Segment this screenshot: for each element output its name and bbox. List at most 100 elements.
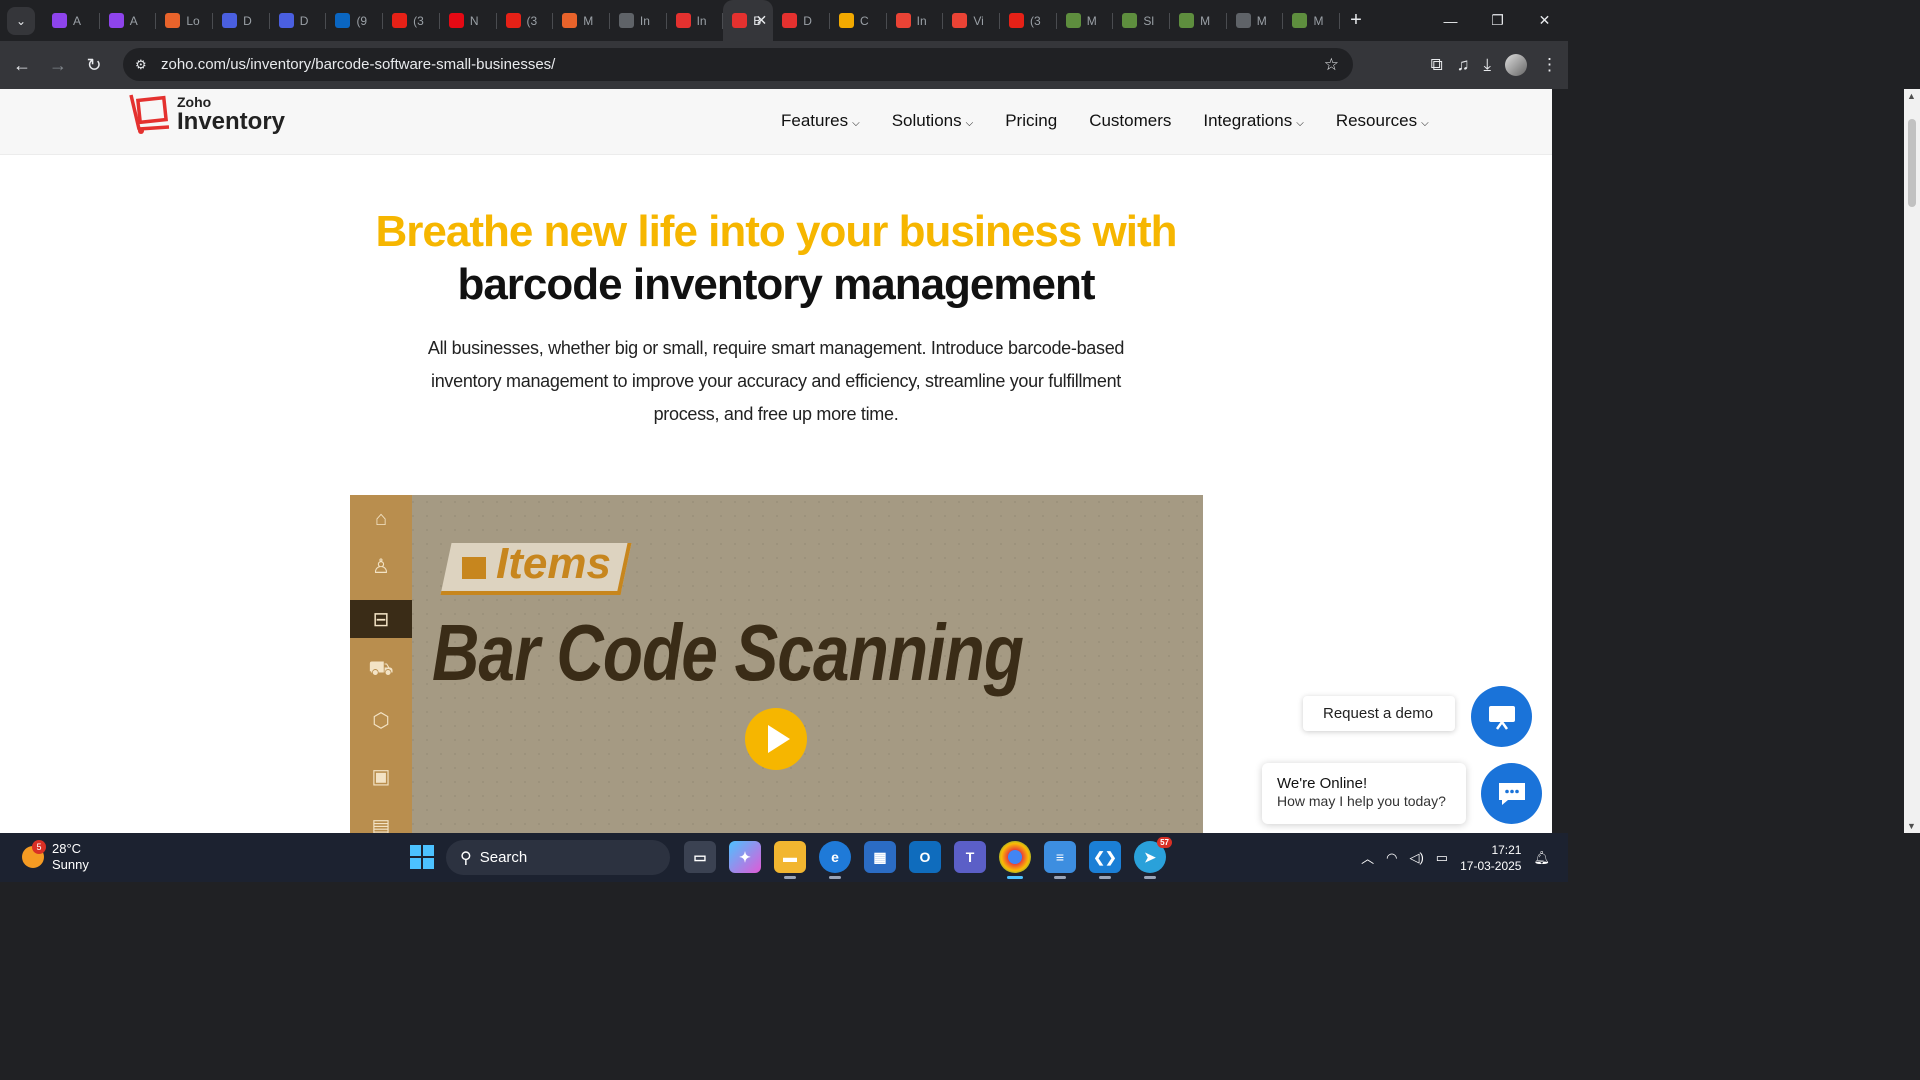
nav-item-solutions[interactable]: Solutions ⌵ — [892, 111, 974, 131]
download-icon[interactable]: ⤓ — [1483, 55, 1491, 75]
hero-title-line2: barcode inventory management — [457, 260, 1095, 309]
new-tab-button[interactable]: + — [1350, 9, 1362, 32]
browser-tab[interactable]: A — [43, 0, 100, 41]
nav-item-integrations[interactable]: Integrations ⌵ — [1203, 111, 1303, 131]
browser-tab[interactable]: Lo — [156, 0, 213, 41]
browser-tab[interactable]: M — [1057, 0, 1114, 41]
file-explorer-icon[interactable]: ▬ — [774, 841, 806, 879]
browser-tab[interactable]: M — [553, 0, 610, 41]
notepad-icon[interactable]: ≡ — [1044, 841, 1076, 879]
linkedin-icon — [335, 13, 351, 28]
browser-tab[interactable]: N — [440, 0, 497, 41]
browser-tab[interactable]: In — [610, 0, 667, 41]
browser-tab[interactable]: C — [830, 0, 887, 41]
browser-tab[interactable]: In — [887, 0, 944, 41]
extensions-icon[interactable]: ⧉ — [1431, 55, 1443, 75]
nav-item-resources[interactable]: Resources ⌵ — [1336, 111, 1429, 131]
shopify-icon — [1179, 13, 1195, 28]
teams-icon[interactable]: T — [954, 841, 986, 873]
chrome-icon[interactable] — [999, 841, 1031, 879]
calendar-icon — [782, 13, 798, 28]
request-demo-button[interactable] — [1471, 686, 1532, 747]
play-button[interactable] — [745, 708, 807, 770]
weather-widget[interactable]: 5 28°C Sunny — [22, 840, 89, 873]
tab-title: M — [583, 13, 594, 28]
forward-button[interactable]: → — [40, 55, 76, 76]
nav-item-customers[interactable]: Customers — [1089, 111, 1171, 131]
reload-button[interactable]: ↻ — [76, 55, 112, 76]
scroll-down-arrow-icon[interactable]: ▼ — [1907, 821, 1916, 831]
tab-search-button[interactable]: ⌄ — [7, 6, 35, 35]
back-button[interactable]: ← — [4, 55, 40, 76]
bookmark-star-icon[interactable]: ☆ — [1324, 55, 1339, 75]
minimize-button[interactable]: — — [1427, 13, 1474, 29]
restore-button[interactable]: ❐ — [1474, 12, 1521, 29]
cart-icon: ⛟ — [368, 657, 394, 680]
browser-tab[interactable]: M — [1283, 0, 1340, 41]
browser-tab[interactable]: (3 — [383, 0, 440, 41]
home-icon: ⌂ — [374, 507, 388, 530]
start-button[interactable] — [410, 845, 434, 869]
site-header: Zoho Inventory Features ⌵ Solutions ⌵ Pricin… — [0, 89, 1552, 155]
user-icon: ♙ — [372, 555, 390, 578]
task-view-icon[interactable]: ▭ — [684, 841, 716, 873]
nav-item-features[interactable]: Features ⌵ — [781, 111, 860, 131]
request-demo-label[interactable]: Request a demo — [1303, 696, 1455, 731]
taskbar-search[interactable]: ⚲ Search — [446, 840, 670, 875]
browser-tab[interactable]: D — [773, 0, 830, 41]
edge-icon[interactable]: e — [819, 841, 851, 879]
tab-title: In — [639, 13, 650, 28]
wifi-icon[interactable]: ◠ — [1386, 850, 1397, 866]
vscode-icon[interactable]: ❮❯ — [1089, 841, 1121, 879]
tab-title: D — [803, 13, 812, 28]
site-info-icon[interactable]: ⚙ — [135, 57, 153, 73]
address-bar[interactable]: ⚙ zoho.com/us/inventory/barcode-software… — [123, 48, 1353, 81]
close-window-button[interactable]: ✕ — [1521, 12, 1568, 29]
browser-tab[interactable]: A — [100, 0, 157, 41]
url-text[interactable]: zoho.com/us/inventory/barcode-software-s… — [161, 56, 555, 73]
browser-tab[interactable]: B ✕ — [723, 0, 774, 41]
make-icon — [562, 13, 578, 28]
nav-item-pricing[interactable]: Pricing — [1005, 111, 1057, 131]
browser-tab[interactable]: Sl — [1113, 0, 1170, 41]
clock[interactable]: 17:21 17-03-2025 — [1460, 842, 1521, 874]
browser-tab[interactable]: Vi — [943, 0, 1000, 41]
zoho-icon — [732, 13, 748, 28]
tab-title: M — [1256, 13, 1267, 28]
outlook-icon[interactable]: O — [909, 841, 941, 873]
chevron-up-icon[interactable]: ︿ — [1361, 848, 1374, 867]
browser-tab[interactable]: M — [1227, 0, 1284, 41]
search-icon: ⚲ — [460, 849, 472, 867]
speaker-icon[interactable]: ◁) — [1409, 850, 1423, 866]
browser-menu-icon[interactable]: ⋮ — [1541, 55, 1558, 75]
scrollbar-thumb[interactable] — [1908, 119, 1916, 207]
toolbar-actions: ⧉ ♫ ⤓ ⋮ — [1431, 41, 1558, 89]
browser-tab[interactable]: In — [667, 0, 724, 41]
media-control-icon[interactable]: ♫ — [1457, 55, 1470, 75]
video-player[interactable]: ⌂ ♙ ⊟ ⛟ ⬡ ▣ ▤ Items Bar Code Scanning — [350, 495, 1203, 833]
uptime-icon — [108, 13, 124, 28]
logo-product: Inventory — [177, 108, 286, 135]
chat-greeting-card[interactable]: We're Online! How may I help you today? — [1262, 763, 1466, 824]
chat-button[interactable] — [1481, 763, 1542, 824]
telegram-icon[interactable]: ➤ 57 — [1134, 837, 1172, 879]
browser-tab[interactable]: (9 — [326, 0, 383, 41]
tab-title: M — [1313, 13, 1324, 28]
microsoft-store-icon[interactable]: ▦ — [864, 841, 896, 873]
page-scrollbar[interactable]: ▲ ▼ — [1904, 89, 1920, 833]
zoho-inventory-logo[interactable]: Zoho Inventory — [127, 93, 285, 135]
close-tab-icon[interactable]: ✕ — [756, 12, 768, 29]
browser-tab[interactable]: (3 — [1000, 0, 1057, 41]
browser-tab-strip: ⌄ A A Lo D D (9 (3 N (3 M In In B ✕ D C In Vi (3 M Sl M M M + —… — [0, 0, 1568, 41]
browser-tab[interactable]: D — [213, 0, 270, 41]
browser-tab[interactable]: D — [270, 0, 327, 41]
scroll-up-arrow-icon[interactable]: ▲ — [1907, 91, 1916, 101]
browser-tab[interactable]: M — [1170, 0, 1227, 41]
profile-avatar[interactable] — [1505, 54, 1527, 76]
copilot-icon[interactable]: ✦ — [729, 841, 761, 873]
browser-tab[interactable]: (3 — [497, 0, 554, 41]
chevron-down-icon: ⌵ — [1296, 118, 1304, 129]
notification-icon[interactable]: 🔔︎ — [1533, 850, 1550, 866]
tab-title: D — [299, 13, 309, 28]
battery-icon[interactable]: ▭ — [1436, 850, 1448, 866]
